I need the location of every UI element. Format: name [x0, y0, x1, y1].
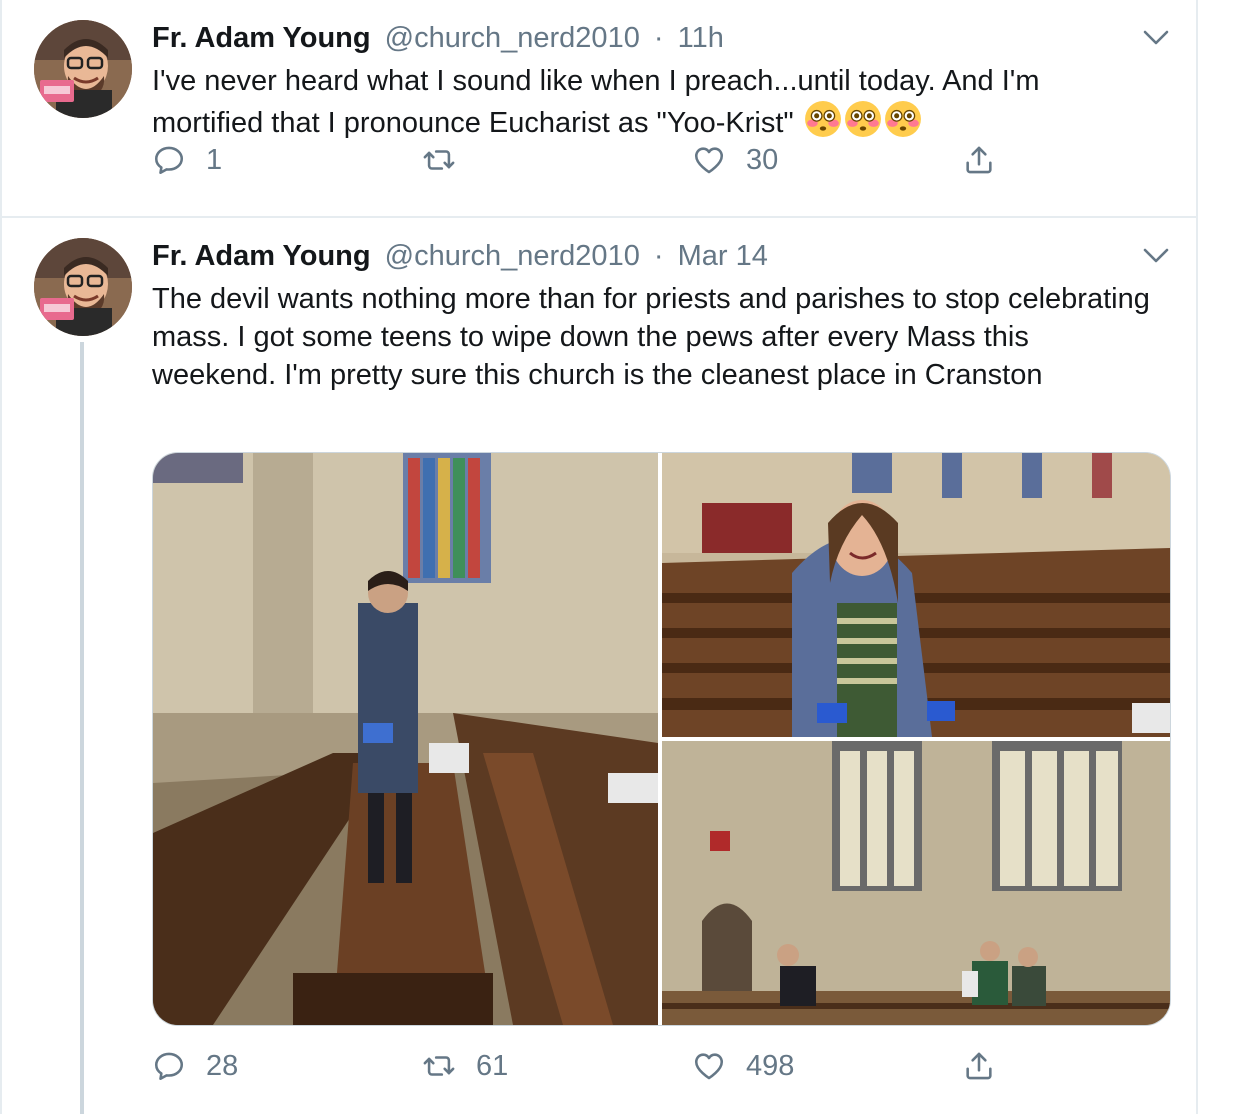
thread-line — [80, 342, 84, 1114]
timestamp[interactable]: Mar 14 — [678, 240, 768, 272]
tweet-actions: 1 30 — [152, 140, 1052, 180]
retweet-count: 61 — [476, 1049, 509, 1082]
like-button[interactable]: 30 — [692, 140, 778, 180]
share-icon — [966, 146, 992, 174]
separator: · — [653, 240, 664, 272]
retweet-button[interactable]: 61 — [422, 1046, 508, 1086]
avatar[interactable] — [34, 20, 132, 118]
chevron-down-icon[interactable] — [1142, 246, 1170, 266]
separator: · — [653, 22, 664, 54]
reply-button[interactable]: 1 — [152, 140, 222, 180]
share-button[interactable] — [962, 140, 996, 180]
author-handle[interactable]: @church_nerd2010 — [385, 22, 640, 54]
photo-grid — [152, 452, 1171, 1026]
photo-girl-smiling[interactable] — [662, 453, 1170, 737]
tweet-header: Fr. Adam Young @church_nerd2010 · 11h — [152, 18, 724, 58]
avatar[interactable] — [34, 238, 132, 336]
tweet-text: The devil wants nothing more than for pr… — [152, 283, 1150, 391]
reply-count: 28 — [206, 1049, 239, 1082]
like-count: 498 — [746, 1049, 795, 1082]
author-handle[interactable]: @church_nerd2010 — [385, 240, 640, 272]
author-name[interactable]: Fr. Adam Young — [152, 22, 371, 54]
flushed-face-icon — [844, 101, 881, 137]
chevron-down-icon[interactable] — [1142, 28, 1170, 48]
reply-icon — [154, 146, 184, 175]
tweet[interactable]: Fr. Adam Young @church_nerd2010 · 11h I'… — [2, 0, 1198, 218]
like-button[interactable]: 498 — [692, 1046, 794, 1086]
timestamp[interactable]: 11h — [678, 22, 724, 54]
tweet-text: I've never heard what I sound like when … — [152, 62, 1152, 148]
photo-pew-cleaning[interactable] — [153, 453, 658, 1025]
photo-teens-cleaning[interactable] — [662, 741, 1170, 1025]
share-button[interactable] — [962, 1046, 996, 1086]
tweet[interactable]: Fr. Adam Young @church_nerd2010 · Mar 14… — [2, 218, 1198, 1114]
timeline: Fr. Adam Young @church_nerd2010 · 11h I'… — [0, 0, 1198, 1114]
reply-count: 1 — [206, 143, 223, 176]
tweet-actions: 28 61 498 — [152, 1046, 1052, 1086]
heart-icon — [694, 147, 724, 174]
flushed-face-icon — [884, 101, 921, 137]
author-name[interactable]: Fr. Adam Young — [152, 240, 371, 272]
share-icon — [966, 1052, 992, 1080]
reply-icon — [154, 1052, 184, 1081]
like-count: 30 — [746, 143, 779, 176]
retweet-icon — [423, 150, 455, 170]
flushed-face-icon — [804, 101, 841, 137]
retweet-button[interactable] — [422, 140, 476, 180]
reply-button[interactable]: 28 — [152, 1046, 238, 1086]
tweet-header: Fr. Adam Young @church_nerd2010 · Mar 14 — [152, 236, 768, 276]
heart-icon — [694, 1053, 724, 1080]
retweet-icon — [423, 1056, 455, 1076]
